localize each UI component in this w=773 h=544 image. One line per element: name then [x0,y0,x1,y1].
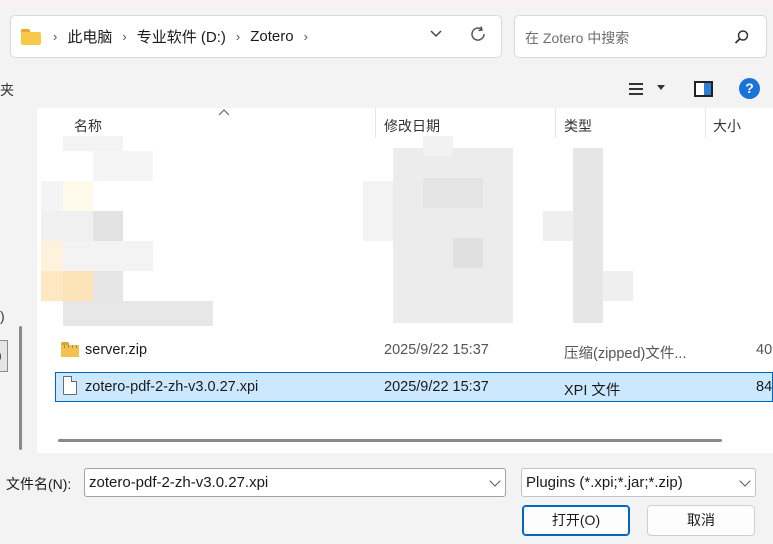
search-box[interactable]: 在 Zotero 中搜索 [514,15,767,58]
file-modified: 2025/9/22 15:37 [384,379,489,395]
search-icon[interactable] [734,29,750,45]
search-input[interactable]: 在 Zotero 中搜索 [525,28,629,48]
open-button[interactable]: 打开(O) [522,505,630,536]
column-divider[interactable] [375,108,376,138]
file-modified: 2025/9/22 15:37 [384,342,489,358]
folder-icon [21,28,41,45]
column-header-type[interactable]: 类型 [564,116,592,136]
window-top-strip [0,0,773,6]
chevron-right-icon[interactable]: › [53,29,57,44]
chevron-right-icon[interactable]: › [236,29,240,44]
file-name: zotero-pdf-2-zh-v3.0.27.xpi [85,379,259,395]
filename-label: 文件名(N): [6,476,72,492]
view-menu-icon[interactable] [629,83,643,95]
file-row-xpi-selected[interactable]: zotero-pdf-2-zh-v3.0.27.xpi 2025/9/22 15… [55,372,773,402]
column-header-size[interactable]: 大小 [713,116,741,136]
filename-combobox[interactable]: zotero-pdf-2-zh-v3.0.27.xpi [84,468,506,497]
chevron-down-icon[interactable] [739,475,751,487]
breadcrumb-this-pc[interactable]: 此电脑 [67,26,112,47]
horizontal-scrollbar[interactable] [58,439,722,442]
view-dropdown-icon[interactable] [657,85,665,90]
refresh-icon[interactable] [469,25,487,48]
file-size: 40 [756,342,773,358]
zip-folder-icon [61,342,79,357]
file-name: server.zip [85,342,148,358]
file-type-filter-value: Plugins (*.xpi;*.jar;*.zip) [526,474,683,491]
file-type: 压缩(zipped)文件... [564,346,687,362]
sort-ascending-icon [218,108,230,119]
address-bar[interactable]: › 此电脑 › 专业软件 (D:) › Zotero › [10,15,502,58]
preview-pane-icon[interactable] [694,81,713,97]
chevron-down-icon[interactable] [489,475,501,487]
help-icon[interactable]: ? [739,78,760,99]
file-list[interactable]: 名称 修改日期 类型 大小 server.zip 2025/9/22 15:37… [37,108,773,453]
file-type: XPI 文件 [564,383,621,399]
column-divider[interactable] [555,108,556,138]
nav-scrollbar[interactable] [19,326,22,450]
chevron-right-icon[interactable]: › [304,29,308,44]
new-folder-label[interactable]: 夹 [0,80,14,100]
cancel-button[interactable]: 取消 [647,505,755,536]
column-divider[interactable] [705,108,706,138]
file-row-server-zip[interactable]: server.zip 2025/9/22 15:37 压缩(zipped)文件.… [55,336,773,366]
document-icon [63,376,77,395]
column-header-name[interactable]: 名称 [74,116,102,136]
file-size: 84 [756,379,773,395]
filename-input[interactable]: zotero-pdf-2-zh-v3.0.27.xpi [89,474,268,491]
nav-item-selected[interactable]: ) [0,340,8,372]
file-type-filter[interactable]: Plugins (*.xpi;*.jar;*.zip) [521,468,756,497]
nav-item-partial[interactable]: ) [0,308,5,324]
history-dropdown-icon[interactable] [429,26,443,45]
nav-item-selected-label: ) [0,347,2,363]
chevron-right-icon[interactable]: › [122,29,126,44]
breadcrumb-zotero[interactable]: Zotero [250,28,293,45]
column-header-modified[interactable]: 修改日期 [384,116,440,136]
navigation-pane[interactable]: ) ) [0,108,22,450]
breadcrumb-drive-d[interactable]: 专业软件 (D:) [137,26,226,47]
